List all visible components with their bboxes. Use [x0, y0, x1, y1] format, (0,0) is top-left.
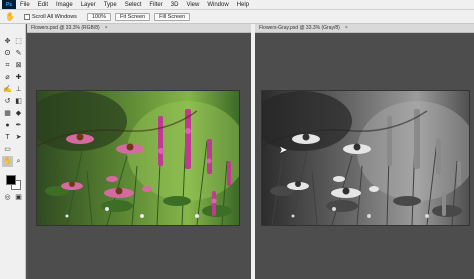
canvas-area-rgb[interactable]	[27, 33, 251, 279]
menu-help[interactable]: Help	[233, 2, 253, 8]
dodge-tool-icon[interactable]: ●	[2, 120, 13, 131]
move-tool-icon[interactable]: ✥	[2, 36, 13, 47]
scroll-all-windows-checkbox[interactable]	[24, 13, 30, 20]
document-tab-title: Flowers.psd @ 33.3% (RGB/8)	[31, 25, 100, 31]
document-tab-title: Flowers-Gray.psd @ 33.3% (Gray/8)	[259, 25, 340, 31]
menu-layer[interactable]: Layer	[77, 2, 100, 8]
flowers-photo-grayscale[interactable]	[262, 91, 469, 225]
flowers-image-grayscale	[262, 91, 469, 225]
hand-tool-icon[interactable]: ✋	[2, 12, 18, 22]
menu-edit[interactable]: Edit	[34, 2, 52, 8]
flowers-image-color	[37, 91, 239, 225]
clone-stamp-tool-icon[interactable]: ⊥	[13, 84, 24, 95]
eraser-tool-icon[interactable]: ◧	[13, 96, 24, 107]
quick-select-tool-icon[interactable]: ✎	[13, 48, 24, 59]
hand-tool-icon[interactable]: ✋	[2, 156, 13, 167]
mouse-pointer-icon: ➤	[279, 145, 288, 156]
menu-select[interactable]: Select	[121, 2, 146, 8]
flowers-photo-color[interactable]	[37, 91, 239, 225]
zoom-tool-icon[interactable]: ⌕	[13, 156, 24, 167]
marquee-tool-icon[interactable]: ⬚	[13, 36, 24, 47]
document-tab-gray[interactable]: Flowers-Gray.psd @ 33.3% (Gray/8) ×	[255, 24, 474, 33]
menu-image[interactable]: Image	[52, 2, 77, 8]
close-tab-icon[interactable]: ×	[105, 25, 108, 31]
menu-view[interactable]: View	[182, 2, 203, 8]
photoshop-logo-icon: Ps	[2, 0, 16, 9]
scroll-all-windows-label: Scroll All Windows	[32, 13, 77, 20]
canvas-area-gray[interactable]: ➤	[255, 33, 474, 279]
menu-window[interactable]: Window	[203, 2, 232, 8]
history-brush-tool-icon[interactable]: ↺	[2, 96, 13, 107]
document-tab-rgb[interactable]: Flowers.psd @ 33.3% (RGB/8) ×	[27, 24, 251, 33]
gradient-tool-icon[interactable]: ▦	[2, 108, 13, 119]
close-tab-icon[interactable]: ×	[345, 25, 348, 31]
menu-type[interactable]: Type	[100, 2, 121, 8]
type-tool-icon[interactable]: T	[2, 132, 13, 143]
quick-mask-icon[interactable]: ◎	[2, 192, 13, 203]
document-window-rgb: Flowers.psd @ 33.3% (RGB/8) ×	[27, 24, 251, 279]
options-bar: ✋ Scroll All Windows 100% Fit Screen Fil…	[0, 10, 474, 24]
path-selection-tool-icon[interactable]: ➤	[13, 132, 24, 143]
tools-panel: ✥ ⬚ ʘ ✎ ⌗ ⊠ ⌀ ✚ ✍ ⊥ ↺ ◧ ▦ ◆ ● ✒ T ➤ ▭ ✋ …	[0, 24, 26, 279]
menu-filter[interactable]: Filter	[145, 2, 166, 8]
blur-tool-icon[interactable]: ◆	[13, 108, 24, 119]
healing-brush-tool-icon[interactable]: ✚	[13, 72, 24, 83]
menu-3d[interactable]: 3D	[167, 2, 183, 8]
zoom-100-button[interactable]: 100%	[86, 12, 112, 21]
photoshop-window: Ps File Edit Image Layer Type Select Fil…	[0, 0, 474, 279]
brush-tool-icon[interactable]: ✍	[2, 84, 13, 95]
lasso-tool-icon[interactable]: ʘ	[2, 48, 13, 59]
menu-file[interactable]: File	[16, 2, 34, 8]
foreground-color-swatch[interactable]	[6, 175, 16, 185]
document-window-gray: Flowers-Gray.psd @ 33.3% (Gray/8) × ➤	[255, 24, 474, 279]
fit-screen-button[interactable]: Fit Screen	[115, 12, 151, 21]
eyedropper-tool-icon[interactable]: ⌀	[2, 72, 13, 83]
menu-bar: Ps File Edit Image Layer Type Select Fil…	[0, 0, 474, 10]
screen-mode-icon[interactable]: ▣	[13, 192, 24, 203]
pen-tool-icon[interactable]: ✒	[13, 120, 24, 131]
fill-screen-button[interactable]: Fill Screen	[154, 12, 191, 21]
rectangle-tool-icon[interactable]: ▭	[2, 144, 13, 155]
crop-tool-icon[interactable]: ⌗	[2, 60, 13, 71]
frame-tool-icon[interactable]: ⊠	[13, 60, 24, 71]
